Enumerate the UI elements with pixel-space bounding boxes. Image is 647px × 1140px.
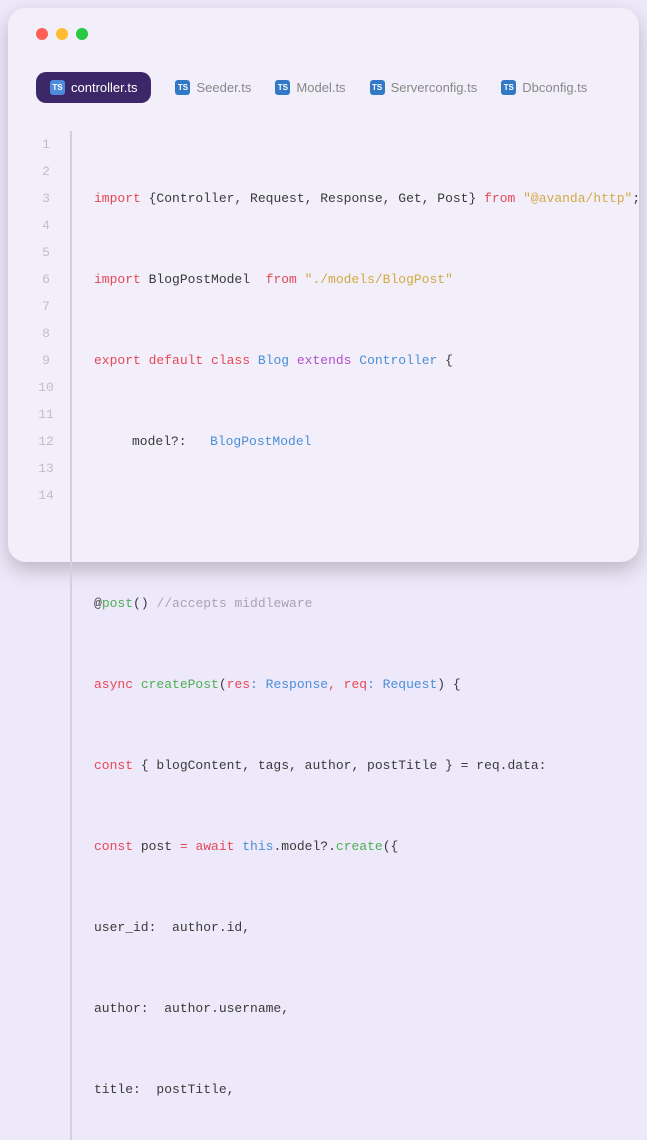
line-number: 3: [36, 185, 56, 212]
code-line: author: author.username,: [94, 995, 640, 1022]
code-line: model?: BlogPostModel: [94, 428, 640, 455]
tab-bar: TS controller.ts TS Seeder.ts TS Model.t…: [36, 72, 611, 103]
line-number: 14: [36, 482, 56, 509]
typescript-icon: TS: [275, 80, 290, 95]
tab-label: controller.ts: [71, 80, 137, 95]
tab-label: Seeder.ts: [196, 80, 251, 95]
line-gutter: 1 2 3 4 5 6 7 8 9 10 11 12 13 14: [36, 131, 72, 1140]
code-line: title: postTitle,: [94, 1076, 640, 1103]
typescript-icon: TS: [501, 80, 516, 95]
line-number: 9: [36, 347, 56, 374]
line-number: 13: [36, 455, 56, 482]
tab-label: Model.ts: [296, 80, 345, 95]
tab-dbconfig[interactable]: TS Dbconfig.ts: [501, 80, 587, 95]
minimize-icon[interactable]: [56, 28, 68, 40]
line-number: 8: [36, 320, 56, 347]
line-number: 1: [36, 131, 56, 158]
typescript-icon: TS: [50, 80, 65, 95]
line-number: 12: [36, 428, 56, 455]
code-line: user_id: author.id,: [94, 914, 640, 941]
tab-label: Serverconfig.ts: [391, 80, 478, 95]
tab-model[interactable]: TS Model.ts: [275, 80, 345, 95]
close-icon[interactable]: [36, 28, 48, 40]
tab-seeder[interactable]: TS Seeder.ts: [175, 80, 251, 95]
line-number: 2: [36, 158, 56, 185]
tab-controller[interactable]: TS controller.ts: [36, 72, 151, 103]
code-editor: 1 2 3 4 5 6 7 8 9 10 11 12 13 14 import …: [36, 131, 611, 1140]
code-line: @post() //accepts middleware: [94, 590, 640, 617]
code-line: async createPost(res: Response, req: Req…: [94, 671, 640, 698]
code-line: const post = await this.model?.create({: [94, 833, 640, 860]
code-line: export default class Blog extends Contro…: [94, 347, 640, 374]
typescript-icon: TS: [370, 80, 385, 95]
typescript-icon: TS: [175, 80, 190, 95]
line-number: 4: [36, 212, 56, 239]
maximize-icon[interactable]: [76, 28, 88, 40]
code-line: import BlogPostModel from "./models/Blog…: [94, 266, 640, 293]
line-number: 5: [36, 239, 56, 266]
line-number: 7: [36, 293, 56, 320]
code-line: const { blogContent, tags, author, postT…: [94, 752, 640, 779]
line-number: 11: [36, 401, 56, 428]
tab-serverconfig[interactable]: TS Serverconfig.ts: [370, 80, 478, 95]
line-number: 6: [36, 266, 56, 293]
code-line: [94, 509, 640, 536]
line-number: 10: [36, 374, 56, 401]
tab-label: Dbconfig.ts: [522, 80, 587, 95]
editor-window: TS controller.ts TS Seeder.ts TS Model.t…: [8, 8, 639, 562]
traffic-lights: [36, 28, 611, 40]
code-body[interactable]: import {Controller, Request, Response, G…: [72, 131, 640, 1140]
code-line: import {Controller, Request, Response, G…: [94, 185, 640, 212]
